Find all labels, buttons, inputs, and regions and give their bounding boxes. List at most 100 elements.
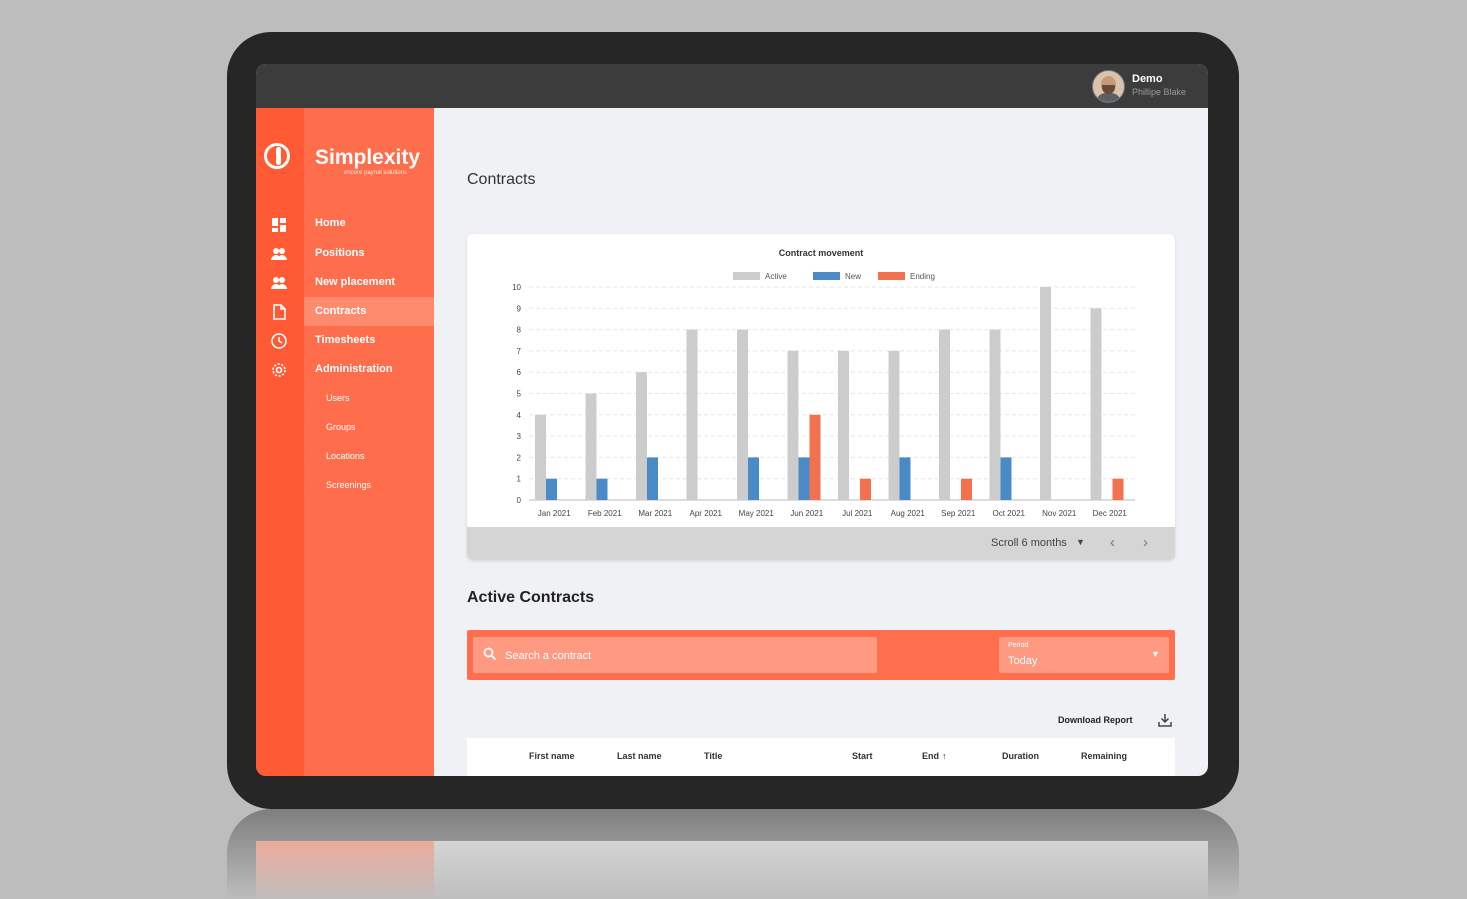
x-tick-label: Apr 2021 bbox=[690, 509, 723, 518]
bar-active bbox=[838, 350, 849, 500]
dashboard-icon[interactable] bbox=[270, 216, 288, 234]
sidebar-subitem-label: Users bbox=[326, 393, 350, 403]
chevron-left-icon[interactable]: ‹ bbox=[1110, 534, 1115, 551]
sidebar-item-label: Timesheets bbox=[315, 334, 376, 346]
section-title: Active Contracts bbox=[467, 589, 595, 606]
download-icon[interactable] bbox=[1157, 712, 1173, 728]
y-tick-label: 9 bbox=[517, 304, 522, 313]
user-subtitle: Phillipe Blake bbox=[1132, 87, 1187, 97]
clock-icon[interactable] bbox=[270, 332, 288, 350]
chart-title: Contract movement bbox=[779, 248, 864, 258]
sidebar-subitem-groups[interactable]: Groups bbox=[304, 418, 434, 440]
sidebar-subitem-locations[interactable]: Locations bbox=[304, 447, 434, 469]
avatar[interactable] bbox=[1092, 70, 1125, 103]
chart-card: Contract movement Active New Ending 0 1 2 3 4 5 6 7… bbox=[467, 234, 1175, 560]
x-tick-label: Jan 2021 bbox=[538, 509, 571, 518]
sidebar-item-positions[interactable]: Positions bbox=[304, 239, 434, 268]
y-tick-label: 10 bbox=[512, 283, 521, 292]
legend-label: Ending bbox=[910, 272, 935, 281]
bar-active bbox=[888, 350, 900, 500]
legend-swatch bbox=[733, 272, 760, 280]
device-reflection bbox=[227, 809, 1239, 899]
top-bar: Demo Phillipe Blake bbox=[256, 64, 1208, 108]
sidebar-subitem-users[interactable]: Users bbox=[304, 389, 434, 411]
column-header-remaining[interactable]: Remaining bbox=[1081, 751, 1127, 761]
sidebar-item-label: Positions bbox=[315, 247, 365, 259]
filter-bar: Period Today ▼ bbox=[467, 630, 1175, 680]
x-tick-label: May 2021 bbox=[739, 509, 775, 518]
people-icon[interactable] bbox=[270, 245, 288, 263]
x-tick-label: Sep 2021 bbox=[941, 509, 976, 518]
sidebar-item-timesheets[interactable]: Timesheets bbox=[304, 326, 434, 355]
bar-ending bbox=[809, 414, 821, 500]
sort-arrow-up-icon[interactable]: ↑ bbox=[942, 751, 947, 761]
sidebar-item-label: New placement bbox=[315, 276, 396, 288]
column-header-end[interactable]: End bbox=[922, 751, 939, 761]
y-tick-label: 7 bbox=[517, 347, 522, 356]
page-title: Contracts bbox=[467, 171, 536, 188]
sidebar-subitem-label: Screenings bbox=[326, 480, 372, 490]
brand-tagline: encore payroll solutions bbox=[344, 170, 408, 176]
sidebar-item-administration[interactable]: Administration bbox=[304, 355, 434, 384]
search-input[interactable] bbox=[503, 637, 867, 675]
legend-swatch bbox=[878, 272, 905, 280]
people-icon[interactable] bbox=[270, 274, 288, 292]
logo-icon bbox=[264, 143, 290, 169]
sidebar-item-label: Administration bbox=[315, 363, 393, 375]
sidebar-item-new-placement[interactable]: New placement bbox=[304, 268, 434, 297]
chart-footer: Scroll 6 months ▼ ‹ › bbox=[467, 527, 1175, 560]
column-header-last-name[interactable]: Last name bbox=[617, 751, 662, 761]
scroll-period-dropdown[interactable]: Scroll 6 months bbox=[991, 537, 1067, 549]
sidebar-item-label: Home bbox=[315, 217, 346, 229]
column-header-first-name[interactable]: First name bbox=[529, 751, 575, 761]
caret-down-icon: ▼ bbox=[1151, 649, 1160, 659]
bar-active bbox=[989, 329, 1001, 500]
bar-active bbox=[939, 329, 950, 500]
x-tick-label: Jul 2021 bbox=[842, 509, 873, 518]
table-header: First name Last name Title Start End ↑ D… bbox=[467, 738, 1175, 776]
sidebar-subitem-label: Groups bbox=[326, 422, 356, 432]
bar-new bbox=[798, 457, 810, 500]
legend-swatch bbox=[813, 272, 840, 280]
y-tick-label: 2 bbox=[517, 453, 522, 462]
bar-active bbox=[636, 372, 647, 500]
download-report-button[interactable]: Download Report bbox=[1058, 715, 1133, 725]
bar-active bbox=[535, 414, 546, 500]
bar-active bbox=[1090, 308, 1102, 500]
x-tick-label: Nov 2021 bbox=[1042, 509, 1077, 518]
gear-icon[interactable] bbox=[270, 361, 288, 379]
user-name[interactable]: Demo bbox=[1132, 73, 1163, 85]
caret-down-icon[interactable]: ▼ bbox=[1076, 537, 1085, 547]
period-select[interactable]: Period Today ▼ bbox=[999, 637, 1169, 673]
chevron-right-icon[interactable]: › bbox=[1143, 534, 1148, 551]
bar-new bbox=[596, 478, 608, 500]
column-header-title[interactable]: Title bbox=[704, 751, 722, 761]
x-tick-label: Dec 2021 bbox=[1093, 509, 1128, 518]
y-tick-label: 4 bbox=[517, 411, 522, 420]
column-header-start[interactable]: Start bbox=[852, 751, 873, 761]
search-box[interactable] bbox=[473, 637, 877, 675]
icon-rail bbox=[256, 108, 304, 776]
bar-active bbox=[585, 393, 597, 500]
y-tick-label: 3 bbox=[517, 432, 522, 441]
x-tick-label: Feb 2021 bbox=[588, 509, 622, 518]
y-tick-label: 5 bbox=[517, 390, 522, 399]
bar-ending bbox=[961, 478, 972, 500]
bar-ending bbox=[860, 478, 871, 500]
bar-new bbox=[647, 457, 658, 500]
sidebar-subitem-label: Locations bbox=[326, 451, 365, 461]
contract-movement-chart: Contract movement Active New Ending 0 1 2 3 4 5 6 7… bbox=[512, 248, 1135, 518]
brand-name: Simplexity bbox=[315, 146, 421, 169]
bar-ending bbox=[1112, 478, 1124, 500]
sidebar-item-contracts[interactable]: Contracts bbox=[304, 297, 434, 326]
x-tick-label: Mar 2021 bbox=[638, 509, 672, 518]
column-header-duration[interactable]: Duration bbox=[1002, 751, 1039, 761]
sidebar-subitem-screenings[interactable]: Screenings bbox=[304, 476, 434, 498]
y-tick-label: 6 bbox=[517, 368, 522, 377]
app-screen: Demo Phillipe Blake Simplexity encore pa… bbox=[256, 64, 1208, 776]
document-icon[interactable] bbox=[270, 303, 288, 321]
legend-label: New bbox=[845, 272, 861, 281]
sidebar-item-home[interactable]: Home bbox=[304, 209, 434, 238]
search-icon bbox=[483, 647, 497, 661]
bar-new bbox=[1000, 457, 1012, 500]
